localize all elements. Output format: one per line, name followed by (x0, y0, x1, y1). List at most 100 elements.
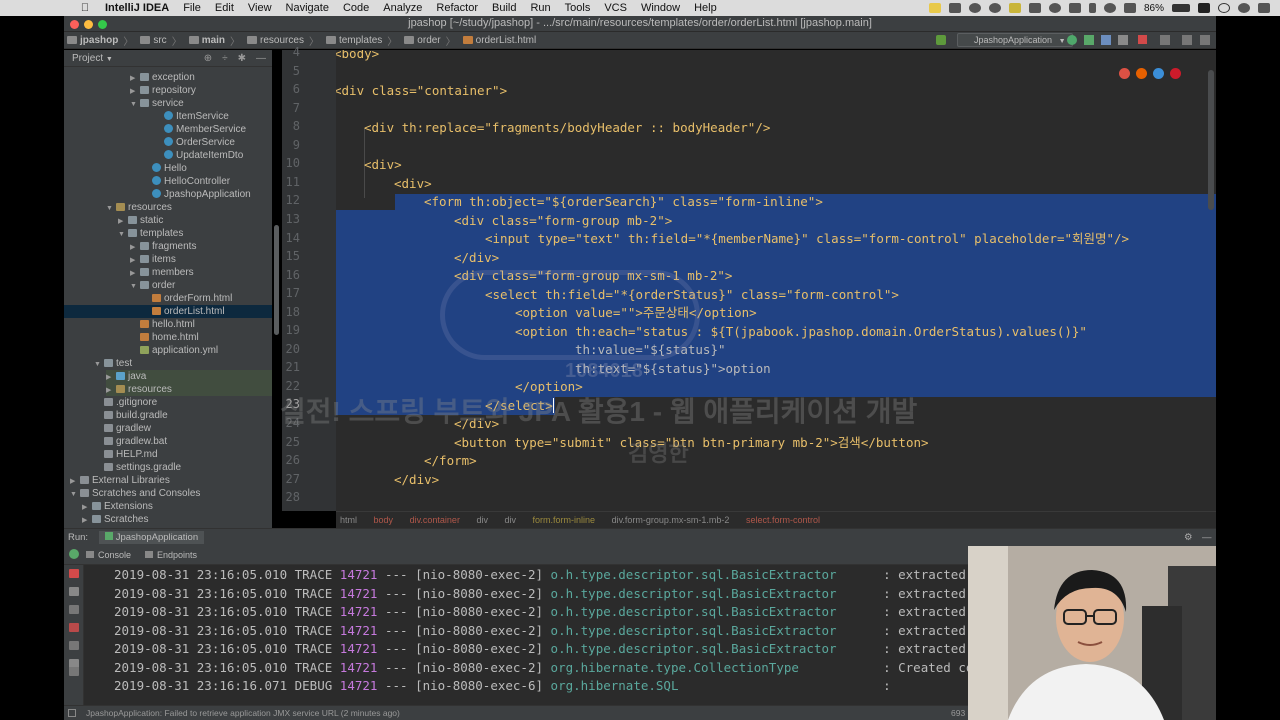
console-output[interactable]: 2019-08-31 23:16:05.010 TRACE 14721 --- … (84, 565, 968, 705)
build-hammer-icon[interactable] (936, 35, 946, 45)
app-menu[interactable]: IntelliJ IDEA (98, 2, 176, 14)
menu-tools[interactable]: Tools (558, 2, 598, 14)
notes-icon[interactable] (928, 3, 941, 13)
tree-item[interactable]: orderList.html (142, 305, 225, 318)
camera-icon[interactable] (69, 587, 79, 596)
tree-item[interactable]: HelloController (142, 175, 230, 188)
tree-item[interactable]: settings.gradle (94, 461, 181, 474)
record-icon[interactable] (968, 3, 981, 13)
clock-icon[interactable] (988, 3, 1001, 13)
tree-item[interactable]: .gitignore (94, 396, 157, 409)
bc-div-2[interactable]: div (505, 515, 517, 525)
tree-item[interactable]: ▼ Scratches and Consoles (70, 487, 200, 500)
crumb-templates[interactable]: templates 〉 (323, 33, 401, 48)
tree-item[interactable]: OrderService (154, 136, 235, 149)
layout-icon[interactable] (1200, 35, 1210, 45)
close-window-button[interactable] (70, 20, 79, 29)
chevron-down-icon[interactable]: ▼ (94, 358, 104, 371)
bc-html[interactable]: html (340, 515, 357, 525)
tree-item[interactable]: UpdateItemDto (154, 149, 243, 162)
tree-item[interactable]: ▶ repository (130, 84, 196, 97)
battery-icon[interactable] (1172, 4, 1190, 12)
tree-item[interactable]: ItemService (154, 110, 229, 123)
rerun-icon[interactable] (1067, 35, 1077, 45)
tree-item[interactable]: ▶ External Libraries (70, 474, 170, 487)
tree-item[interactable]: ▶ members (130, 266, 194, 279)
bc-div-container[interactable]: div.container (410, 515, 460, 525)
collapse-all-icon[interactable]: ÷ (222, 50, 228, 67)
stop-icon[interactable] (69, 569, 79, 578)
chevron-down-icon[interactable]: ▼ (118, 228, 128, 241)
notification-center-icon[interactable] (1258, 3, 1270, 13)
tree-item[interactable]: ▶ resources (106, 383, 272, 396)
tree-item[interactable]: ▼ order (130, 279, 175, 292)
tree-item[interactable]: ▼ test (94, 357, 132, 370)
chevron-down-icon[interactable]: ▼ (130, 98, 140, 111)
minimize-icon[interactable]: — (1202, 529, 1212, 546)
tree-item[interactable]: ▶ Scratches (82, 513, 148, 526)
tree-item[interactable]: ▼ resources (106, 201, 172, 214)
chevron-down-icon[interactable]: ▼ (106, 202, 116, 215)
restore-layout-icon[interactable] (69, 641, 79, 650)
minimize-window-button[interactable] (84, 20, 93, 29)
run-config-tab[interactable]: JpashopApplication (98, 531, 205, 544)
crumb-src[interactable]: src 〉 (137, 33, 185, 48)
editor-scrollbar[interactable] (1208, 70, 1214, 210)
maximize-window-button[interactable] (98, 20, 107, 29)
spotlight-icon[interactable] (1218, 3, 1230, 13)
menu-navigate[interactable]: Navigate (279, 2, 336, 14)
coverage-icon[interactable] (1101, 35, 1111, 45)
tree-item[interactable]: MemberService (154, 123, 246, 136)
tree-item[interactable]: gradlew.bat (94, 435, 167, 448)
tree-item[interactable]: ▶ Extensions (82, 500, 153, 513)
chevron-down-icon[interactable]: ▼ (70, 488, 80, 501)
tree-item[interactable]: ▶ java (106, 370, 272, 383)
menu-file[interactable]: File (176, 2, 208, 14)
apple-icon[interactable]:  (78, 2, 92, 14)
display-icon[interactable] (948, 3, 961, 13)
bc-form-group[interactable]: div.form-group.mx-sm-1.mb-2 (612, 515, 730, 525)
airplay-icon[interactable] (1103, 3, 1116, 13)
menu-view[interactable]: View (241, 2, 279, 14)
tab-endpoints[interactable]: Endpoints (145, 546, 197, 564)
status-message[interactable]: JpashopApplication: Failed to retrieve a… (86, 708, 400, 718)
settings-icon[interactable] (1182, 35, 1192, 45)
tree-item[interactable]: ▶ static (118, 214, 163, 227)
crumb-main[interactable]: main 〉 (186, 33, 244, 48)
wifi-icon[interactable] (1123, 3, 1136, 13)
keyboard-icon[interactable] (1028, 3, 1041, 13)
tree-item[interactable]: ▼ templates (118, 227, 183, 240)
menu-analyze[interactable]: Analyze (376, 2, 429, 14)
cursor-position[interactable]: 693 (951, 706, 965, 720)
locate-icon[interactable]: ⊕ (204, 50, 212, 67)
chevron-right-icon[interactable]: ▶ (82, 514, 92, 527)
bc-select[interactable]: select.form-control (746, 515, 820, 525)
upload-icon[interactable] (1068, 3, 1081, 13)
gear-icon[interactable]: ✱ (238, 50, 246, 67)
bluetooth-icon[interactable] (1088, 3, 1096, 13)
tab-console[interactable]: Console (86, 546, 131, 564)
pin-icon[interactable] (69, 667, 79, 676)
tree-item[interactable]: Hello (142, 162, 187, 175)
tree-item[interactable]: orderForm.html (142, 292, 232, 305)
debug-icon[interactable] (1084, 35, 1094, 45)
tree-item[interactable]: hello.html (130, 318, 195, 331)
menu-build[interactable]: Build (485, 2, 523, 14)
menu-refactor[interactable]: Refactor (429, 2, 485, 14)
tree-item[interactable]: build.gradle (94, 409, 168, 422)
chrome-icon[interactable] (1119, 68, 1130, 79)
tree-item[interactable]: ▶ exception (130, 71, 195, 84)
user-icon[interactable] (1238, 3, 1250, 13)
menu-code[interactable]: Code (336, 2, 376, 14)
tree-item[interactable]: ▶ items (130, 253, 176, 266)
tree-item[interactable]: gradlew (94, 422, 151, 435)
tree-item[interactable]: application.yml (130, 344, 218, 357)
menu-edit[interactable]: Edit (208, 2, 241, 14)
firefox-icon[interactable] (1136, 68, 1147, 79)
safari-icon[interactable] (1153, 68, 1164, 79)
tree-item[interactable]: ▶ fragments (130, 240, 196, 253)
crumb-order[interactable]: order 〉 (401, 33, 459, 48)
project-view-select[interactable]: Project ▼ (72, 53, 113, 64)
chevron-down-icon[interactable]: ▼ (130, 280, 140, 293)
stop-icon[interactable] (1138, 35, 1147, 44)
